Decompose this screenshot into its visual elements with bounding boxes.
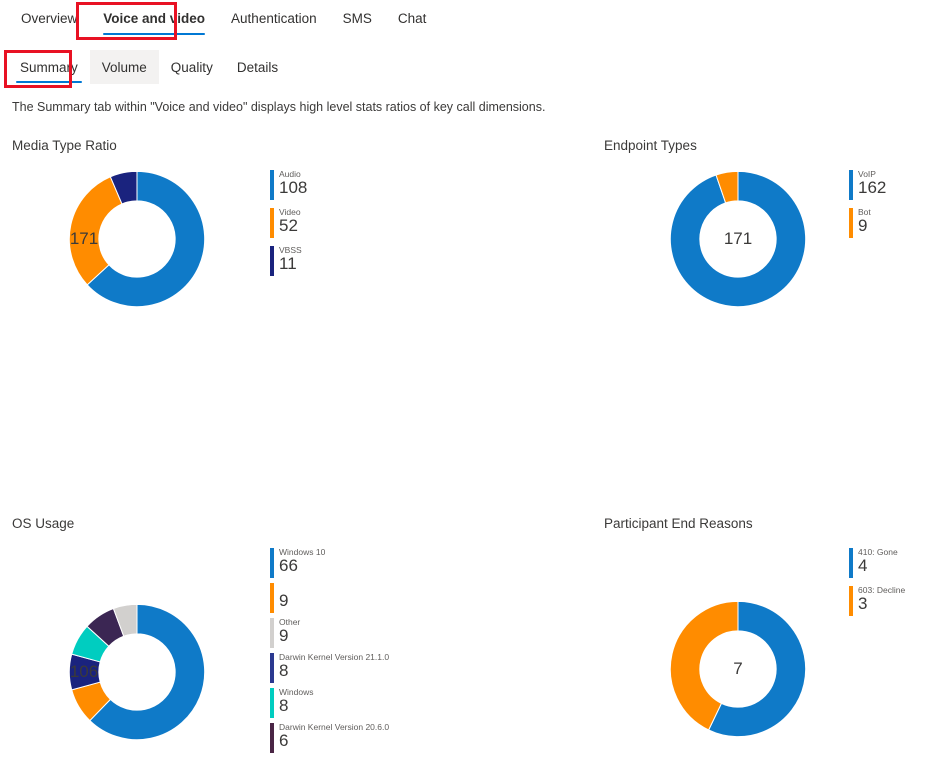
legend-value-410-gone: 4 (858, 556, 868, 575)
legend-value-windows-10: 66 (279, 556, 298, 575)
subtab-summary-label: Summary (20, 60, 78, 75)
chart-panel-participant-end-reasons: Participant End Reasons 7 410: Gone 4 60… (604, 515, 936, 738)
legend-swatch-audio (270, 170, 274, 200)
subtab-volume[interactable]: Volume (89, 50, 159, 84)
legend-swatch-410-gone (849, 548, 853, 578)
donut-svg-media-type-ratio[interactable] (65, 167, 209, 311)
legend-value-darwin-21-1-0: 8 (279, 661, 289, 680)
donut-segment[interactable] (68, 176, 123, 286)
subtab-active-underline (16, 80, 82, 83)
tab-sms[interactable]: SMS (330, 0, 385, 36)
legend-item[interactable]: 410: Gone 4 (849, 547, 936, 578)
subtab-details[interactable]: Details (225, 50, 290, 84)
tab-active-underline (103, 32, 206, 35)
legend-swatch-voip (849, 170, 853, 200)
legend-item[interactable]: 9 (270, 582, 572, 613)
legend-item[interactable]: 603: Decline 3 (849, 585, 936, 616)
chart-panel-os-usage: OS Usage 106 Windows 10 66 9 Other 9 Dar… (12, 515, 572, 775)
legend-media-type-ratio: Audio 108 Video 52 VBSS 11 (270, 167, 572, 283)
legend-value-voip: 162 (858, 178, 887, 197)
subtab-volume-label: Volume (101, 60, 147, 75)
legend-swatch-video (270, 208, 274, 238)
chart-panel-media-type-ratio: Media Type Ratio 171 Audio 108 Video 52 … (12, 137, 572, 337)
donut-chart-participant-end-reasons[interactable]: 7 (604, 545, 849, 738)
legend-swatch-darwin-21-1-0 (270, 653, 274, 683)
donut-chart-media-type-ratio[interactable]: 171 (12, 167, 262, 337)
legend-value-other: 9 (279, 626, 289, 645)
legend-value-vbss: 11 (279, 254, 297, 273)
donut-chart-endpoint-types[interactable]: 171 (604, 167, 849, 337)
chart-title-media-type-ratio: Media Type Ratio (12, 138, 117, 153)
chart-title-os-usage: OS Usage (12, 516, 75, 531)
tab-voice-and-video[interactable]: Voice and video (90, 0, 218, 36)
legend-item[interactable]: Darwin Kernel Version 20.6.0 6 (270, 722, 572, 753)
legend-swatch-other (270, 618, 274, 648)
secondary-tab-bar: Summary Volume Quality Details (0, 50, 936, 88)
tab-authentication-label: Authentication (231, 11, 317, 26)
legend-participant-end-reasons: 410: Gone 4 603: Decline 3 (849, 545, 936, 623)
legend-swatch-603-decline (849, 586, 853, 616)
legend-item[interactable]: Windows 8 (270, 687, 572, 718)
legend-value-darwin-20-6-0: 6 (279, 731, 289, 750)
legend-endpoint-types: VoIP 162 Bot 9 (849, 167, 936, 245)
chart-panel-endpoint-types: Endpoint Types 171 VoIP 162 Bot 9 (604, 137, 936, 337)
donut-svg-os-usage[interactable] (65, 600, 209, 744)
donut-svg-endpoint-types[interactable] (666, 167, 810, 311)
legend-item[interactable]: Windows 10 66 (270, 547, 572, 578)
tab-overview[interactable]: Overview (8, 0, 90, 36)
legend-value-windows: 8 (279, 696, 289, 715)
legend-swatch-windows-10 (270, 548, 274, 578)
tab-chat-label: Chat (397, 11, 427, 26)
legend-value-video: 52 (279, 216, 298, 235)
legend-item[interactable]: Other 9 (270, 617, 572, 648)
legend-item[interactable]: Darwin Kernel Version 21.1.0 8 (270, 652, 572, 683)
tab-chat[interactable]: Chat (385, 0, 440, 36)
legend-value-unlabeled: 9 (279, 591, 289, 610)
subtab-summary[interactable]: Summary (8, 50, 90, 84)
legend-item[interactable]: Audio 108 (270, 169, 572, 200)
legend-item[interactable]: VBSS 11 (270, 245, 572, 276)
subtab-quality-label: Quality (170, 60, 213, 75)
legend-swatch-windows (270, 688, 274, 718)
legend-value-603-decline: 3 (858, 594, 868, 613)
legend-swatch-bot (849, 208, 853, 238)
donut-svg-participant-end-reasons[interactable] (666, 597, 810, 741)
tab-sms-label: SMS (342, 11, 372, 26)
legend-swatch-unlabeled (270, 583, 274, 613)
chart-title-endpoint-types: Endpoint Types (604, 138, 697, 153)
chart-title-participant-end-reasons: Participant End Reasons (604, 516, 753, 531)
tab-authentication[interactable]: Authentication (218, 0, 330, 36)
donut-chart-os-usage[interactable]: 106 (12, 545, 262, 775)
tab-overview-label: Overview (21, 11, 78, 26)
legend-item[interactable]: Video 52 (270, 207, 572, 238)
legend-item[interactable]: Bot 9 (849, 207, 936, 238)
tab-voice-and-video-label: Voice and video (103, 11, 206, 26)
subtab-details-label: Details (236, 60, 279, 75)
subtab-quality[interactable]: Quality (159, 50, 225, 84)
legend-item[interactable]: VoIP 162 (849, 169, 936, 200)
legend-value-bot: 9 (858, 216, 868, 235)
page-description: The Summary tab within "Voice and video"… (12, 100, 546, 114)
legend-value-audio: 108 (279, 178, 308, 197)
legend-swatch-darwin-20-6-0 (270, 723, 274, 753)
legend-os-usage: Windows 10 66 9 Other 9 Darwin Kernel Ve… (270, 545, 572, 757)
primary-tab-bar: Overview Voice and video Authentication … (0, 0, 936, 42)
legend-swatch-vbss (270, 246, 274, 276)
